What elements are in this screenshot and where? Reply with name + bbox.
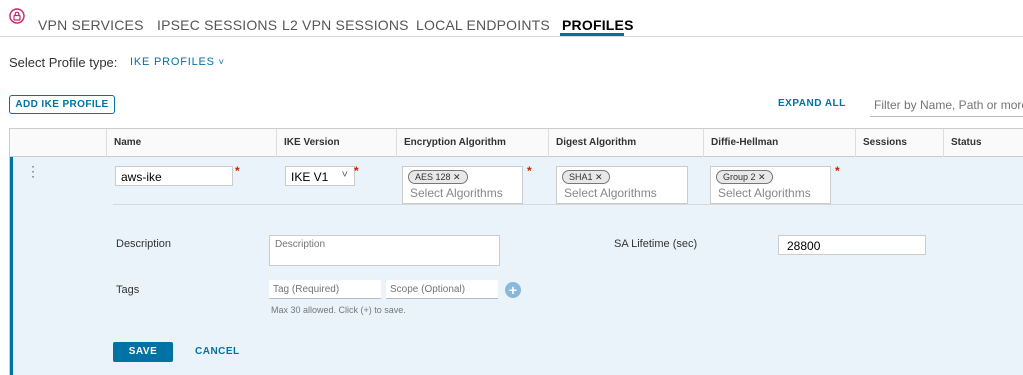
cancel-button[interactable]: CANCEL	[195, 346, 240, 357]
column-header-sessions[interactable]: Sessions	[855, 129, 943, 157]
encryption-algorithm-field[interactable]: AES 128 ✕ Select Algorithms	[402, 166, 523, 204]
filter-input[interactable]	[870, 93, 1023, 117]
table-row-expanded: ⋮ aws-ike * IKE V1 ˅ * AES 128 ✕ Select …	[10, 157, 1023, 375]
top-nav: VPN SERVICES IPSEC SESSIONS L2 VPN SESSI…	[0, 0, 1023, 37]
row-actions-icon[interactable]: ⋮	[26, 164, 40, 178]
required-marker: *	[235, 164, 240, 178]
encryption-placeholder: Select Algorithms	[410, 186, 503, 200]
chevron-down-icon: ˅	[341, 169, 348, 181]
sa-lifetime-value: 28800	[787, 239, 821, 253]
tab-profiles[interactable]: PROFILES	[562, 17, 634, 33]
tags-hint: Max 30 allowed. Click (+) to save.	[271, 305, 406, 315]
name-value: aws-ike	[121, 170, 162, 184]
tab-ipsec-sessions[interactable]: IPSEC SESSIONS	[157, 17, 277, 33]
active-tab-indicator	[560, 33, 624, 36]
column-header-ike-version[interactable]: IKE Version	[276, 129, 396, 157]
tab-local-endpoints[interactable]: LOCAL ENDPOINTS	[416, 17, 550, 33]
column-header-status[interactable]: Status	[943, 129, 1023, 157]
description-label: Description	[116, 238, 172, 250]
divider	[113, 204, 1023, 205]
column-header-diffie-hellman[interactable]: Diffie-Hellman	[703, 129, 855, 157]
column-header-name[interactable]: Name	[106, 129, 276, 157]
column-header-digest[interactable]: Digest Algorithm	[548, 129, 703, 157]
required-marker: *	[527, 164, 532, 178]
scope-input[interactable]	[386, 280, 498, 299]
ike-version-value: IKE V1	[291, 170, 329, 184]
tag-input[interactable]	[269, 280, 381, 299]
diffie-hellman-field[interactable]: Group 2 ✕ Select Algorithms	[710, 166, 831, 204]
tab-l2-vpn-sessions[interactable]: L2 VPN SESSIONS	[282, 17, 409, 33]
profile-type-dropdown[interactable]: IKE PROFILES ˅	[130, 56, 225, 68]
chevron-down-icon: ˅	[218, 57, 225, 67]
digest-placeholder: Select Algorithms	[564, 186, 657, 200]
profile-type-label: Select Profile type:	[9, 55, 118, 70]
sa-lifetime-label: SA Lifetime (sec)	[614, 238, 698, 250]
column-selector	[10, 129, 106, 157]
lock-logo-icon	[9, 8, 25, 24]
grid-header: Name IKE Version Encryption Algorithm Di…	[10, 129, 1023, 157]
description-input[interactable]	[269, 235, 500, 266]
column-header-encryption[interactable]: Encryption Algorithm	[396, 129, 548, 157]
sa-lifetime-input[interactable]: 28800	[778, 235, 926, 255]
tab-vpn-services[interactable]: VPN SERVICES	[38, 17, 144, 33]
dh-placeholder: Select Algorithms	[718, 186, 811, 200]
encryption-chip[interactable]: AES 128 ✕	[408, 170, 468, 184]
ike-version-select[interactable]: IKE V1 ˅	[285, 166, 355, 186]
add-tag-icon[interactable]: +	[505, 282, 521, 298]
required-marker: *	[835, 164, 840, 178]
dh-chip[interactable]: Group 2 ✕	[716, 170, 773, 184]
name-field[interactable]: aws-ike	[115, 166, 233, 186]
profiles-grid: Name IKE Version Encryption Algorithm Di…	[9, 128, 1023, 375]
expand-all-button[interactable]: EXPAND ALL	[778, 98, 846, 109]
add-ike-profile-button[interactable]: ADD IKE PROFILE	[9, 95, 115, 114]
profile-type-value: IKE PROFILES	[130, 56, 215, 68]
digest-algorithm-field[interactable]: SHA1 ✕ Select Algorithms	[556, 166, 688, 204]
digest-chip[interactable]: SHA1 ✕	[562, 170, 610, 184]
tags-label: Tags	[116, 284, 140, 296]
save-button[interactable]: SAVE	[113, 342, 173, 362]
required-marker: *	[354, 164, 359, 178]
